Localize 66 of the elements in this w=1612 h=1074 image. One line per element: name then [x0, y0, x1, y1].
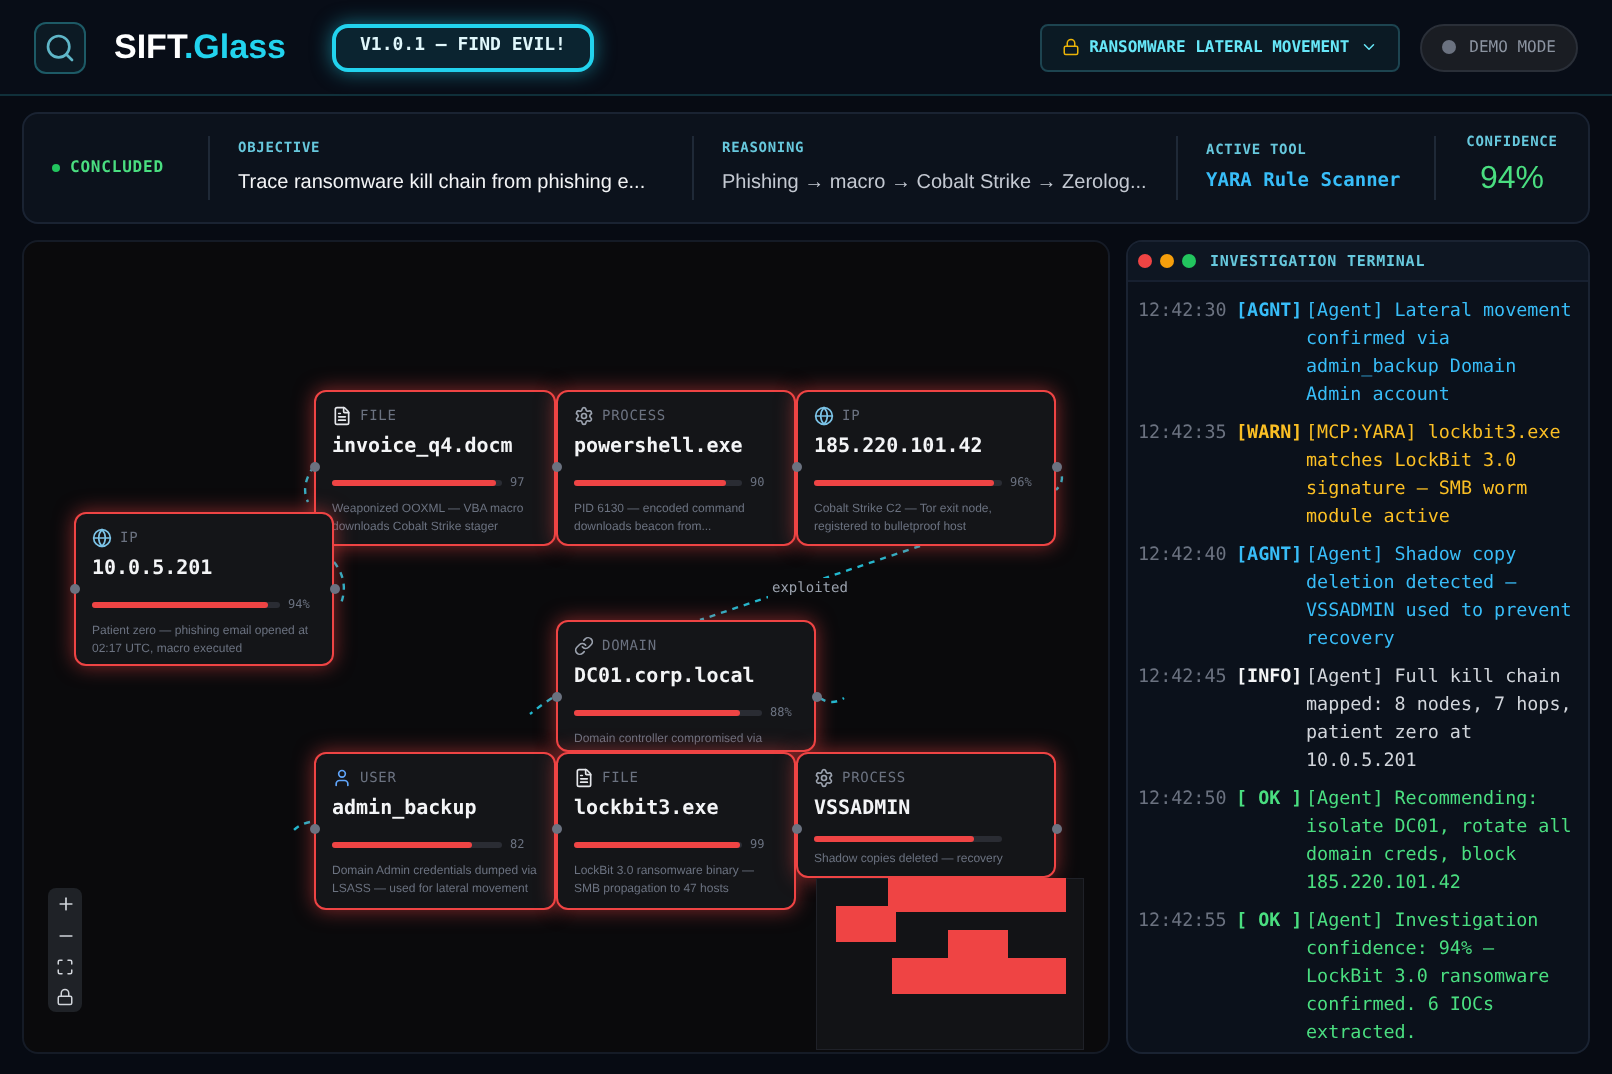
log-message: [Agent] Shadow copy deletion detected — VSSADMIN used to prevent recovery: [1306, 542, 1574, 654]
connection-handle[interactable]: [1052, 462, 1062, 472]
node-title: DC01.corp.local: [574, 667, 757, 687]
connection-handle[interactable]: [812, 692, 822, 702]
connection-handle[interactable]: [1052, 824, 1062, 834]
globe-icon: [92, 528, 112, 549]
logo-search-icon: [34, 21, 86, 73]
node-title: admin_backup: [332, 799, 479, 819]
gear-icon: [814, 768, 834, 789]
connection-handle[interactable]: [552, 824, 562, 834]
log-time: 12:42:55: [1138, 908, 1229, 936]
status-label: CONCLUDED: [70, 156, 164, 180]
version-badge: V1.0.1 — FIND EVIL!: [332, 23, 594, 71]
file-icon: [332, 406, 352, 427]
node-title: invoice_q4.docm: [332, 437, 515, 457]
connection-handle[interactable]: [552, 462, 562, 472]
edge-line: [303, 465, 315, 503]
node-title: VSSADMIN: [814, 799, 913, 819]
log-time: 12:42:35: [1138, 420, 1229, 448]
connection-handle[interactable]: [792, 824, 802, 834]
log-level: [ OK ]: [1236, 786, 1305, 814]
gear-icon: [574, 406, 594, 427]
lock-icon[interactable]: [56, 988, 74, 1006]
connection-handle[interactable]: [552, 692, 562, 702]
log-time: 12:42:50: [1138, 786, 1229, 814]
connection-handle[interactable]: [310, 462, 320, 472]
log-level: [AGNT]: [1236, 298, 1305, 326]
log-level: [AGNT]: [1236, 542, 1305, 570]
globe-icon: [814, 406, 834, 427]
connection-handle[interactable]: [70, 584, 80, 594]
lock-icon: [1061, 38, 1080, 56]
scenario-dropdown[interactable]: RANSOMWARE LATERAL MOVEMENT: [1039, 23, 1400, 71]
log-message: [Agent] Full kill chain mapped: 8 nodes, 7 hops, patient zero at 10.0.5.201: [1306, 664, 1574, 776]
connection-handle[interactable]: [330, 584, 340, 594]
log-message: [Agent] Investigation confidence: 94% — LockBit 3.0 ransomware confirmed. 6 IOCs extracted.: [1306, 908, 1552, 1048]
log-time: 12:42:45: [1138, 664, 1229, 692]
node-title: 185.220.101.42: [814, 437, 985, 457]
log-message: [Agent] Lateral movement confirmed via admin_backup Domain Admin account: [1306, 298, 1574, 410]
link-icon: [574, 636, 594, 657]
file-icon: [574, 768, 594, 789]
log-level: [WARN]: [1236, 420, 1305, 448]
fit-view-icon[interactable]: [56, 958, 74, 976]
log-level: [ OK ]: [1236, 908, 1305, 936]
zoom-in-icon[interactable]: [55, 894, 75, 914]
user-icon: [332, 768, 352, 789]
demo-mode-toggle[interactable]: DEMO MODE: [1419, 23, 1578, 71]
edge-line: [529, 697, 553, 715]
edge-line: [819, 696, 845, 704]
log-message: [MCP:YARA] lockbit3.exe matches LockBit 3.0 signature — SMB worm module active: [1306, 420, 1563, 532]
log-time: 12:42:30: [1138, 298, 1229, 326]
confidence-value: 94%: [1479, 160, 1545, 201]
log-message: [Agent] Recommending: isolate DC01, rotate all domain creds, block 185.220.101.42: [1306, 786, 1574, 898]
log-level: [INFO]: [1236, 664, 1305, 692]
node-title: lockbit3.exe: [574, 799, 721, 819]
chevron-down-icon: [1359, 38, 1378, 56]
field-value: Trace ransomware kill chain from phishing e...: [238, 169, 648, 198]
log-time: 12:42:40: [1138, 542, 1229, 570]
active-tool-value: YARA Rule Scanner: [1206, 168, 1403, 197]
edge-line: [333, 561, 345, 607]
node-title: 10.0.5.201: [92, 559, 215, 579]
field-value: Phishing → macro → Cobalt Strike → Zerolog...: [722, 169, 1149, 198]
app-logo-text: SIFT.Glass: [114, 25, 286, 70]
edge-line: [293, 820, 311, 831]
node-title: powershell.exe: [574, 437, 745, 457]
connection-handle[interactable]: [310, 824, 320, 834]
connection-handle[interactable]: [792, 462, 802, 472]
